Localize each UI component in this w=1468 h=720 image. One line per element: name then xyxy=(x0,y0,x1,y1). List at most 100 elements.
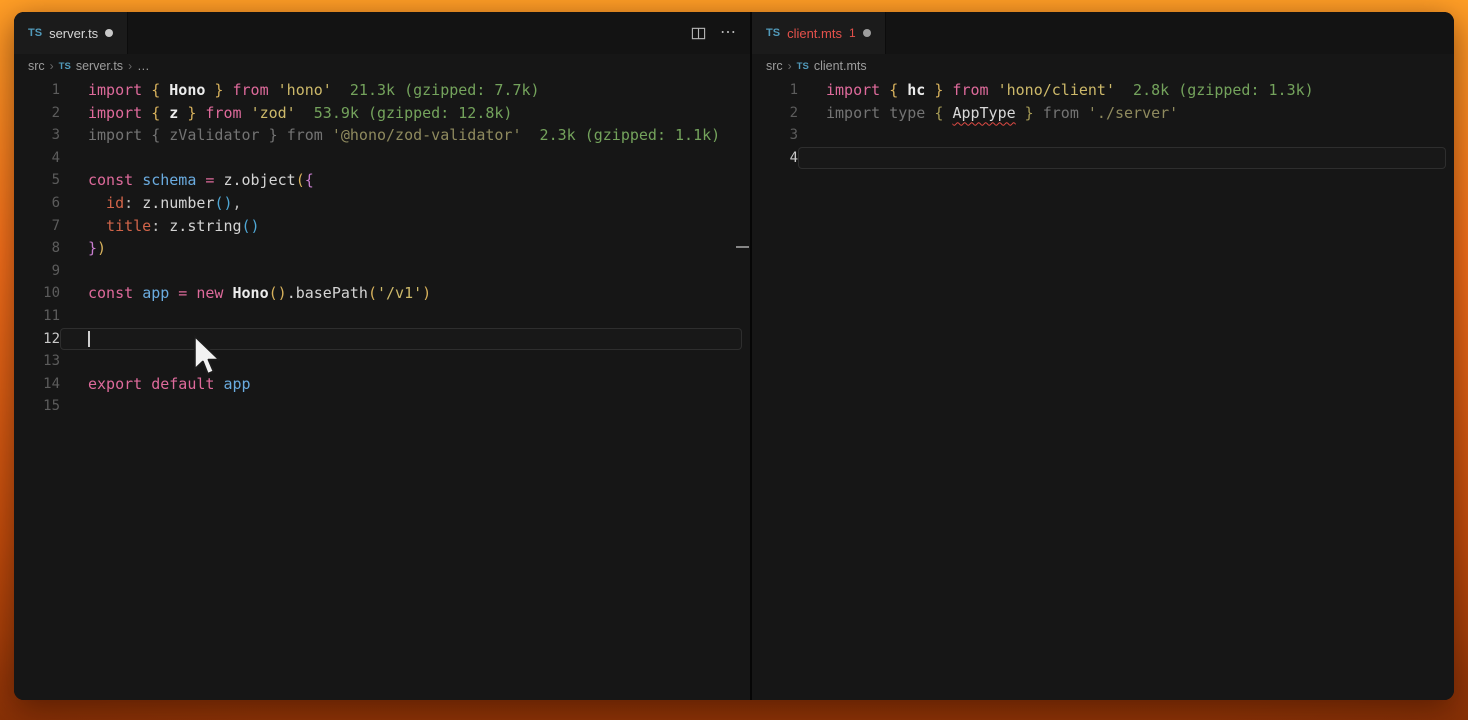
line-content[interactable]: title: z.string() xyxy=(60,215,742,238)
code-line-3[interactable]: 3 xyxy=(752,124,1454,147)
code-line-10[interactable]: 10const app = new Hono().basePath('/v1') xyxy=(14,282,750,305)
code-editor-server[interactable]: 1import { Hono } from 'hono' 21.3k (gzip… xyxy=(14,78,750,700)
line-content[interactable] xyxy=(60,260,742,283)
line-content[interactable]: import { Hono } from 'hono' 21.3k (gzipp… xyxy=(60,79,742,102)
code-line-11[interactable]: 11 xyxy=(14,305,750,328)
code-token: = xyxy=(169,284,196,302)
chevron-right-icon: › xyxy=(50,59,54,73)
line-number[interactable]: 9 xyxy=(14,260,60,283)
code-token: import xyxy=(88,126,151,144)
more-actions-button[interactable]: ⋯ xyxy=(720,25,736,41)
line-content[interactable] xyxy=(798,124,1446,147)
breadcrumb-item-file[interactable]: server.ts xyxy=(76,59,123,73)
code-token: } xyxy=(925,81,943,99)
line-content[interactable] xyxy=(798,147,1446,170)
code-token: { xyxy=(934,104,952,122)
code-line-7[interactable]: 7 title: z.string() xyxy=(14,215,750,238)
code-line-3[interactable]: 3import { zValidator } from '@hono/zod-v… xyxy=(14,124,750,147)
line-content[interactable]: import { hc } from 'hono/client' 2.8k (g… xyxy=(798,79,1446,102)
line-number[interactable]: 6 xyxy=(14,192,60,215)
code-token: .basePath xyxy=(287,284,368,302)
tab-strip xyxy=(886,12,1454,54)
code-editor-client[interactable]: 1import { hc } from 'hono/client' 2.8k (… xyxy=(752,78,1454,700)
line-content[interactable]: import type { AppType } from './server' xyxy=(798,102,1446,125)
typescript-file-icon: TS xyxy=(28,27,42,39)
line-number[interactable]: 7 xyxy=(14,215,60,238)
line-number[interactable]: 8 xyxy=(14,237,60,260)
code-token: 2.8k (gzipped: 1.3k) xyxy=(1115,81,1314,99)
code-line-14[interactable]: 14export default app xyxy=(14,373,750,396)
code-token: z.object xyxy=(223,171,295,189)
tab-server-ts[interactable]: TS server.ts xyxy=(14,12,128,54)
line-content[interactable]: export default app xyxy=(60,373,742,396)
line-number[interactable]: 12 xyxy=(14,328,60,351)
code-token: { xyxy=(151,104,169,122)
line-content[interactable]: const schema = z.object({ xyxy=(60,169,742,192)
code-token: 'hono' xyxy=(278,81,332,99)
line-content[interactable]: }) xyxy=(60,237,742,260)
line-number[interactable]: 1 xyxy=(14,79,60,102)
line-content[interactable]: import { z } from 'zod' 53.9k (gzipped: … xyxy=(60,102,742,125)
code-line-4[interactable]: 4 xyxy=(14,147,750,170)
code-token: Hono xyxy=(233,284,269,302)
code-token: from xyxy=(223,81,277,99)
modified-dot-icon[interactable] xyxy=(105,29,113,37)
overview-ruler-decoration xyxy=(736,246,749,248)
breadcrumb-item-src[interactable]: src xyxy=(28,59,45,73)
code-token: default xyxy=(151,375,223,393)
line-number[interactable]: 14 xyxy=(14,373,60,396)
line-content[interactable] xyxy=(60,147,742,170)
code-token: './server' xyxy=(1088,104,1178,122)
line-number[interactable]: 4 xyxy=(14,147,60,170)
code-token: 2.3k (gzipped: 1.1k) xyxy=(522,126,721,144)
line-number[interactable]: 11 xyxy=(14,305,60,328)
line-number[interactable]: 4 xyxy=(752,147,798,170)
code-token: = xyxy=(196,171,223,189)
line-content[interactable]: import { zValidator } from '@hono/zod-va… xyxy=(60,124,742,147)
line-number[interactable]: 10 xyxy=(14,282,60,305)
line-number[interactable]: 13 xyxy=(14,350,60,373)
code-line-2[interactable]: 2import type { AppType } from './server' xyxy=(752,102,1454,125)
code-line-15[interactable]: 15 xyxy=(14,395,750,418)
code-token: const xyxy=(88,171,142,189)
code-line-13[interactable]: 13 xyxy=(14,350,750,373)
line-number[interactable]: 2 xyxy=(752,102,798,125)
code-token: () xyxy=(269,284,287,302)
line-number[interactable]: 5 xyxy=(14,169,60,192)
code-line-12[interactable]: 12 xyxy=(14,328,750,351)
line-content[interactable] xyxy=(60,328,742,351)
code-token: 21.3k (gzipped: 7.7k) xyxy=(332,81,540,99)
tab-client-mts[interactable]: TS client.mts 1 xyxy=(752,12,886,54)
code-token: from xyxy=(943,81,997,99)
line-content[interactable] xyxy=(60,305,742,328)
code-line-4[interactable]: 4 xyxy=(752,147,1454,170)
breadcrumb-item-file[interactable]: client.mts xyxy=(814,59,867,73)
breadcrumb-item-src[interactable]: src xyxy=(766,59,783,73)
line-number[interactable]: 1 xyxy=(752,79,798,102)
line-content[interactable] xyxy=(60,395,742,418)
code-token: const xyxy=(88,284,142,302)
code-line-1[interactable]: 1import { hc } from 'hono/client' 2.8k (… xyxy=(752,79,1454,102)
line-number[interactable]: 2 xyxy=(14,102,60,125)
modified-dot-icon[interactable] xyxy=(863,29,871,37)
code-line-1[interactable]: 1import { Hono } from 'hono' 21.3k (gzip… xyxy=(14,79,750,102)
code-line-6[interactable]: 6 id: z.number(), xyxy=(14,192,750,215)
code-token: ) xyxy=(97,239,106,257)
breadcrumb-item-symbol[interactable]: … xyxy=(137,59,150,73)
code-line-8[interactable]: 8}) xyxy=(14,237,750,260)
line-number[interactable]: 3 xyxy=(14,124,60,147)
split-editor-button[interactable] xyxy=(691,26,706,41)
line-content[interactable]: const app = new Hono().basePath('/v1') xyxy=(60,282,742,305)
code-token: } xyxy=(205,81,223,99)
code-line-9[interactable]: 9 xyxy=(14,260,750,283)
code-line-5[interactable]: 5const schema = z.object({ xyxy=(14,169,750,192)
line-number[interactable]: 3 xyxy=(752,124,798,147)
tabbar-left: TS server.ts ⋯ xyxy=(14,12,750,54)
code-token: type xyxy=(889,104,934,122)
typescript-file-icon: TS xyxy=(59,61,71,72)
code-line-2[interactable]: 2import { z } from 'zod' 53.9k (gzipped:… xyxy=(14,102,750,125)
tab-strip: ⋯ xyxy=(128,12,750,54)
line-content[interactable] xyxy=(60,350,742,373)
line-number[interactable]: 15 xyxy=(14,395,60,418)
line-content[interactable]: id: z.number(), xyxy=(60,192,742,215)
